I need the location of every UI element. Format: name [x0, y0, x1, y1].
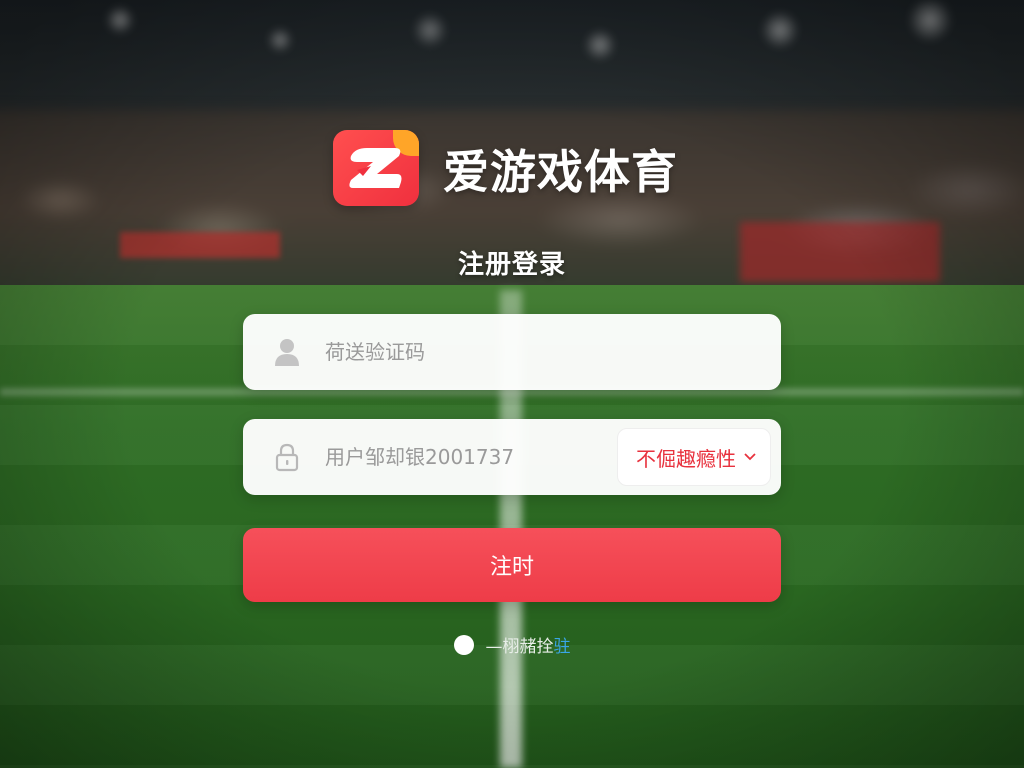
code-input[interactable] [325, 437, 617, 477]
chevron-down-icon [744, 453, 756, 461]
brand-name: 爱游戏体育 [443, 145, 678, 199]
submit-button[interactable]: 注时 [243, 528, 781, 602]
z-logo-icon [333, 130, 419, 208]
logo-glyph [349, 148, 402, 188]
agreement-row: —栩赭拴 驻 [0, 632, 1024, 657]
login-screen: 爱游戏体育 注册登录 不倔趣瘾性 [0, 0, 1024, 768]
phone-input[interactable] [325, 332, 781, 372]
phone-field[interactable] [243, 314, 781, 390]
user-icon [271, 336, 303, 368]
agreement-radio[interactable] [453, 634, 474, 655]
get-code-button[interactable]: 不倔趣瘾性 [617, 428, 771, 486]
lock-icon [271, 441, 303, 473]
get-code-label: 不倔趣瘾性 [636, 446, 736, 471]
brand-header: 爱游戏体育 [333, 130, 678, 208]
agreement-link[interactable]: 驻 [554, 632, 571, 657]
page-title: 注册登录 [457, 250, 566, 280]
agreement-text: —栩赭拴 [485, 637, 554, 657]
code-field[interactable]: 不倔趣瘾性 [243, 419, 781, 495]
